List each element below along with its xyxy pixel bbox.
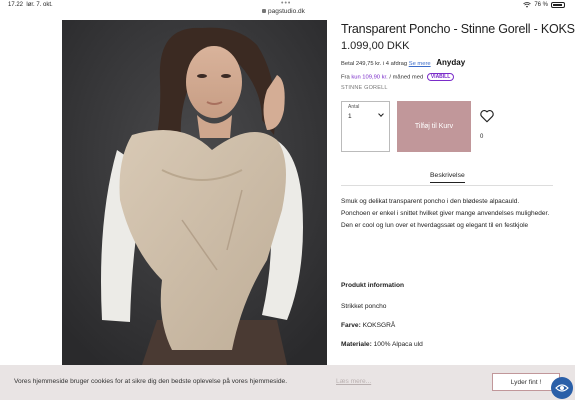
viabill-logo[interactable]: VIABILL (426, 73, 455, 81)
anyday-installment: Betal 249,75 kr. i 4 afdrag Se mere Anyd… (341, 58, 466, 67)
heart-icon[interactable] (479, 109, 495, 123)
battery-percent: 76 % (534, 2, 548, 8)
viabill-installment: Fra kun 109,90 kr. / måned med VIABILL (341, 73, 455, 81)
status-bar: 17.22 lør. 7. okt. ••• pagstudio.dk 76 % (0, 0, 575, 20)
wishlist-count: 0 (480, 134, 484, 140)
quantity-label: Antal (348, 104, 360, 110)
battery-icon (551, 2, 565, 8)
cookie-text: Vores hjemmeside bruger cookies for at s… (14, 378, 288, 385)
address-bar[interactable]: pagstudio.dk (262, 8, 305, 15)
wifi-icon (523, 2, 532, 8)
quantity-select[interactable]: Antal 1 (341, 101, 390, 152)
anyday-see-more-link[interactable]: Se mere (409, 61, 431, 67)
product-price: 1.099,00 DKK (341, 40, 410, 52)
status-right: 76 % (523, 2, 565, 8)
cookie-banner: Vores hjemmeside bruger cookies for at s… (0, 365, 575, 400)
add-to-cart-button[interactable]: Tilføj til Kurv (397, 101, 471, 152)
product-type: Strikket poncho (341, 303, 387, 310)
chevron-down-icon (378, 111, 384, 117)
tab-description[interactable]: Beskrivelse (430, 172, 465, 183)
tab-dots-icon[interactable]: ••• (281, 0, 291, 7)
product-info-title: Produkt information (341, 282, 405, 289)
product-color: Farve: KOKSGRÅ (341, 322, 396, 329)
product-image[interactable] (62, 20, 327, 365)
anyday-logo: Anyday (436, 58, 466, 67)
brand-label[interactable]: STINNE GORELL (341, 85, 388, 91)
eye-icon (555, 384, 569, 392)
cookie-accept-button[interactable]: Lyder fint ! (492, 373, 560, 391)
quantity-value: 1 (348, 113, 352, 120)
lock-icon (262, 9, 266, 14)
status-time: 17.22 lør. 7. okt. (8, 2, 53, 8)
accessibility-button[interactable] (551, 377, 573, 399)
cookie-read-more-link[interactable]: Læs mere... (336, 378, 371, 385)
model-photo (62, 20, 327, 365)
product-title: Transparent Poncho - Stinne Gorell - KOK… (341, 22, 575, 36)
product-description: Smuk og delikat transparent poncho i den… (341, 198, 550, 229)
product-material: Materiale: 100% Alpaca uld (341, 341, 423, 348)
tab-divider (341, 185, 553, 186)
